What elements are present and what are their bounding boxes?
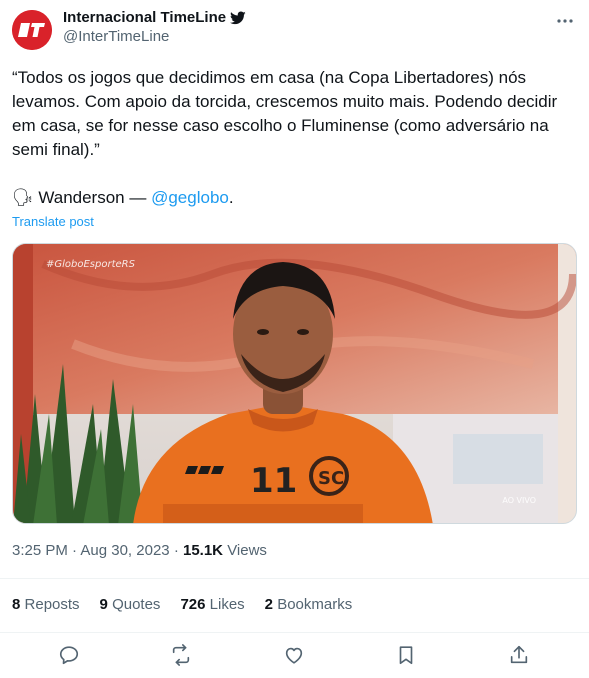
- reposts-stat[interactable]: 8 Reposts: [12, 596, 80, 613]
- tweet-date[interactable]: Aug 30, 2023: [80, 542, 169, 559]
- tweet-media-video[interactable]: 11 SC #GloboEsporteRS AO VIVO: [12, 243, 577, 524]
- bookmark-icon[interactable]: [395, 644, 419, 668]
- share-icon[interactable]: [508, 644, 532, 668]
- reposts-label: Reposts: [24, 596, 80, 613]
- divider: [0, 632, 589, 633]
- tweet-stats: 8 Reposts 9 Quotes 726 Likes 2 Bookmarks: [12, 596, 352, 613]
- tweet-meta: 3:25 PM · Aug 30, 2023 · 15.1K Views: [12, 542, 267, 559]
- likes-stat[interactable]: 726 Likes: [180, 596, 244, 613]
- meta-separator: ·: [72, 542, 78, 559]
- video-frame-image: 11 SC: [13, 244, 576, 523]
- quotes-label: Quotes: [112, 596, 161, 613]
- quotes-stat[interactable]: 9 Quotes: [100, 596, 161, 613]
- video-watermark: #GloboEsporteRS: [46, 259, 135, 270]
- bookmarks-label: Bookmarks: [277, 596, 353, 613]
- svg-text:SC: SC: [318, 468, 344, 489]
- translate-post-link[interactable]: Translate post: [12, 214, 94, 229]
- more-options-icon[interactable]: [555, 11, 575, 31]
- meta-separator: ·: [173, 542, 179, 559]
- handle[interactable]: @InterTimeLine: [63, 28, 246, 45]
- reply-icon[interactable]: [58, 644, 82, 668]
- divider: [0, 578, 589, 579]
- bookmarks-count: 2: [264, 596, 274, 613]
- tweet-time[interactable]: 3:25 PM: [12, 542, 68, 559]
- likes-count: 726: [180, 596, 206, 613]
- tweet-header: It Internacional TimeLine @InterTimeLine: [12, 7, 577, 51]
- internacional-logo-icon: It: [12, 10, 52, 50]
- verified-badge-icon: [230, 11, 246, 24]
- tweet-actions: [0, 640, 589, 672]
- views-count: 15.1K: [182, 542, 224, 559]
- tweet-signature: 🗣 Wanderson — @geglobo.: [12, 186, 234, 210]
- quotes-count: 9: [99, 596, 108, 613]
- live-label: AO VIVO: [502, 496, 536, 505]
- speaking-head-icon: 🗣: [12, 188, 34, 207]
- bookmarks-stat[interactable]: 2 Bookmarks: [265, 596, 353, 613]
- signature-name: Wanderson —: [38, 188, 147, 207]
- mention-link[interactable]: @geglobo: [151, 188, 229, 207]
- repost-icon[interactable]: [170, 644, 194, 668]
- avatar[interactable]: It: [12, 10, 52, 50]
- signature-end: .: [228, 188, 234, 207]
- views-label: Views: [227, 542, 267, 559]
- svg-text:11: 11: [250, 461, 297, 501]
- tweet-text: “Todos os jogos que decidimos em casa (n…: [12, 68, 562, 159]
- like-icon[interactable]: [283, 644, 307, 668]
- likes-label: Likes: [209, 596, 245, 613]
- display-name[interactable]: Internacional TimeLine: [63, 9, 226, 26]
- reposts-count: 8: [12, 596, 21, 613]
